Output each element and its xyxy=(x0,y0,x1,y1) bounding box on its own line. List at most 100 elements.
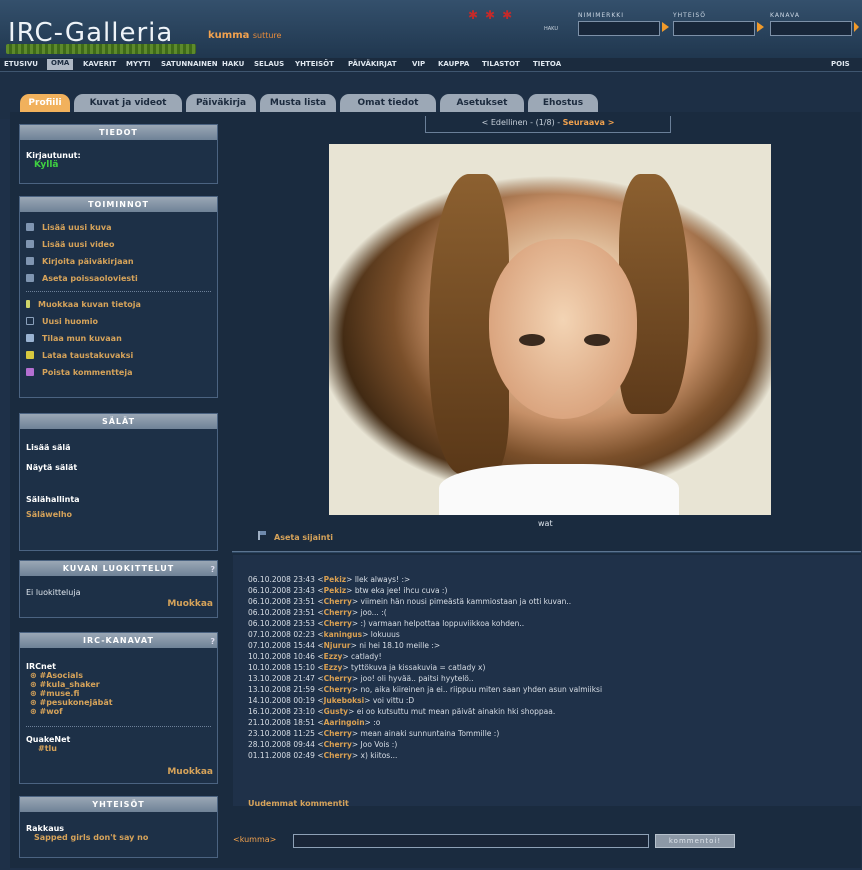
channel-search-button[interactable] xyxy=(854,22,859,32)
show-salat-link[interactable]: Näytä sälät xyxy=(26,463,211,472)
nav-etusivu[interactable]: ETUSIVU xyxy=(4,60,38,68)
community-link[interactable]: Sapped girls don't say no xyxy=(26,833,211,842)
comment-author[interactable]: Cherry xyxy=(324,751,352,760)
add-video-icon xyxy=(26,240,34,248)
action-order-image[interactable]: Tilaa mun kuvaan xyxy=(20,330,217,347)
salawelho-link[interactable]: Säläwelho xyxy=(26,510,211,519)
comment-line: 07.10.2008 02:23 <kaningus> lokuuus xyxy=(248,630,400,639)
tiedot-title: TIEDOT xyxy=(20,125,217,140)
login-label: Kirjautunut: xyxy=(26,151,81,160)
comment-author[interactable]: Gusty xyxy=(324,707,348,716)
comment-author[interactable]: Cherry xyxy=(324,608,352,617)
nav-kauppa[interactable]: KAUPPA xyxy=(438,60,469,68)
nav-haku[interactable]: HAKU xyxy=(222,60,244,68)
comment-line: 07.10.2008 15:44 <Njurur> ni hei 18.10 m… xyxy=(248,641,441,650)
comment-author[interactable]: kaningus xyxy=(324,630,362,639)
channel-item[interactable]: #tlu xyxy=(26,744,211,753)
channel-item[interactable]: ⊛ #pesukonejäbät xyxy=(26,698,211,707)
tab-omat-tiedot[interactable]: Omat tiedot xyxy=(340,94,436,112)
nav-selaus[interactable]: SELAUS xyxy=(254,60,284,68)
nav-oma[interactable]: OMA xyxy=(47,59,74,70)
nick-search-button[interactable] xyxy=(662,22,669,32)
nav-kaverit[interactable]: KAVERIT xyxy=(83,60,116,68)
comment-input[interactable] xyxy=(293,834,649,848)
nav-myyti[interactable]: MYYTI xyxy=(126,60,150,68)
prev-link[interactable]: < Edellinen xyxy=(482,118,528,127)
community-search-input[interactable] xyxy=(673,21,755,36)
add-sala-link[interactable]: Lisää sälä xyxy=(26,443,211,452)
channel-item[interactable]: ⊛ #kula_shaker xyxy=(26,680,211,689)
comment-author[interactable]: Cherry xyxy=(324,729,352,738)
next-link[interactable]: Seuraava > xyxy=(563,118,615,127)
channel-search-label: KANAVA xyxy=(770,12,800,19)
channel-item[interactable]: ⊛ #Asocials xyxy=(26,671,211,680)
page-indicator: - (1/8) - xyxy=(527,118,563,127)
comment-author[interactable]: Njurur xyxy=(324,641,351,650)
comment-author[interactable]: Ezzy xyxy=(324,663,343,672)
profile-photo[interactable] xyxy=(329,144,771,515)
login-status: Kirjautunut: Kyllä xyxy=(20,140,217,170)
nav-tietoa[interactable]: TIETOA xyxy=(533,60,561,68)
comment-author[interactable]: Cherry xyxy=(324,685,352,694)
comment-author[interactable]: Pekiz xyxy=(324,575,347,584)
action-write-diary[interactable]: Kirjoita päiväkirjaan xyxy=(20,253,217,270)
tab-profiili[interactable]: Profiili xyxy=(20,94,70,112)
kanavat-title: IRC-KANAVAT? xyxy=(20,633,217,648)
comment-author[interactable]: Ezzy xyxy=(324,652,343,661)
comment-line: 28.10.2008 09:44 <Cherry> Joo Vois :) xyxy=(248,740,398,749)
tab-asetukset[interactable]: Asetukset xyxy=(440,94,524,112)
help-icon[interactable]: ? xyxy=(210,634,216,649)
action-away-message[interactable]: Aseta poissaoloviesti xyxy=(20,270,217,287)
edit-channels-link[interactable]: Muokkaa xyxy=(167,767,213,777)
comment-author[interactable]: Cherry xyxy=(324,619,352,628)
comment-button[interactable]: kommentoi! xyxy=(655,834,735,848)
comment-author[interactable]: Jukeboksi xyxy=(324,696,365,705)
main-nav: ETUSIVU OMA KAVERIT MYYTI SATUNNAINEN HA… xyxy=(0,58,862,72)
nav-paivakirjat[interactable]: PÄIVÄKIRJAT xyxy=(348,60,397,68)
luokittelut-title: KUVAN LUOKITTELUT? xyxy=(20,561,217,576)
comment-line: 23.10.2008 11:25 <Cherry> mean ainaki su… xyxy=(248,729,500,738)
action-new-notice[interactable]: Uusi huomio xyxy=(20,313,217,330)
comment-author[interactable]: Cherry xyxy=(324,740,352,749)
action-delete-comments[interactable]: Poista kommentteja xyxy=(20,364,217,381)
comment-line: 10.10.2008 10:46 <Ezzy> catlady! xyxy=(248,652,382,661)
channel-item[interactable]: ⊛ #wof xyxy=(26,707,211,716)
quakenet-label: QuakeNet xyxy=(26,735,71,744)
action-edit-image-info[interactable]: Muokkaa kuvan tietoja xyxy=(20,296,217,313)
nav-tilastot[interactable]: TILASTOT xyxy=(482,60,520,68)
divider xyxy=(232,551,861,553)
tab-kuvat-ja-videot[interactable]: Kuvat ja videot xyxy=(74,94,182,112)
header: IRC-Galleria kumma sutture ✱✱✱ HAKU NIMI… xyxy=(0,0,862,58)
edit-categories-link[interactable]: Muokkaa xyxy=(167,599,213,609)
comment-line: 21.10.2008 18:51 <Aaringoin> :o xyxy=(248,718,381,727)
comment-author[interactable]: Cherry xyxy=(324,597,352,606)
comment-line: 06.10.2008 23:43 <Pekiz> llek always! :> xyxy=(248,575,411,584)
salat-title: SÄLÄT xyxy=(20,414,217,429)
username[interactable]: kumma sutture xyxy=(208,30,281,41)
comment-line: 13.10.2008 21:47 <Cherry> joo! oli hyvää… xyxy=(248,674,474,683)
newer-comments-link[interactable]: Uudemmat kommentit xyxy=(248,799,349,808)
tab-musta-lista[interactable]: Musta lista xyxy=(260,94,336,112)
nav-satunnainen[interactable]: SATUNNAINEN xyxy=(161,60,218,68)
nick-search-input[interactable] xyxy=(578,21,660,36)
luokittelut-box: KUVAN LUOKITTELUT? Ei luokitteluja Muokk… xyxy=(19,560,218,618)
community-search-button[interactable] xyxy=(757,22,764,32)
set-location-link[interactable]: Aseta sijainti xyxy=(258,531,333,542)
tab-paivakirja[interactable]: Päiväkirja xyxy=(186,94,256,112)
comment-author[interactable]: Cherry xyxy=(324,674,352,683)
write-icon xyxy=(26,257,34,265)
comment-author[interactable]: Pekiz xyxy=(324,586,347,595)
comment-line: 01.11.2008 02:49 <Cherry> x) kiitos... xyxy=(248,751,398,760)
channel-item[interactable]: ⊛ #muse.fi xyxy=(26,689,211,698)
tab-ehostus[interactable]: Ehostus xyxy=(528,94,598,112)
help-icon[interactable]: ? xyxy=(210,562,216,577)
action-set-wallpaper[interactable]: Lataa taustakuvaksi xyxy=(20,347,217,364)
comment-author[interactable]: Aaringoin xyxy=(324,718,365,727)
action-add-image[interactable]: Lisää uusi kuva xyxy=(20,219,217,236)
nav-yhteisot[interactable]: YHTEISÖT xyxy=(295,60,334,68)
nav-vip[interactable]: VIP xyxy=(412,60,425,68)
channel-search-input[interactable] xyxy=(770,21,852,36)
nav-pois[interactable]: POIS xyxy=(831,60,850,68)
action-add-video[interactable]: Lisää uusi video xyxy=(20,236,217,253)
haku-label: HAKU xyxy=(544,26,558,32)
